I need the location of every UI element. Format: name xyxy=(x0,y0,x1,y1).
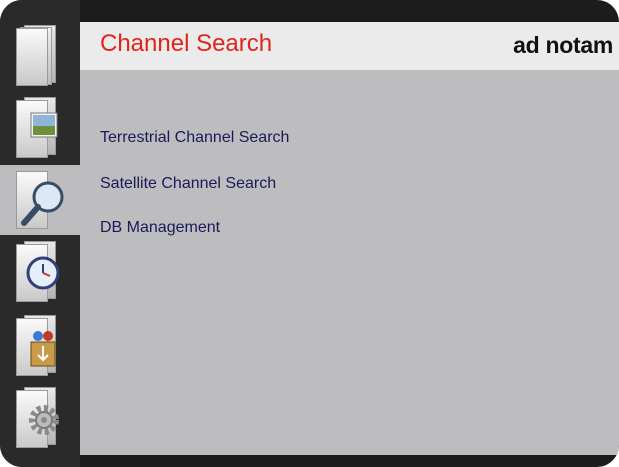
clock-icon xyxy=(26,256,60,290)
sidebar-item-documents[interactable] xyxy=(2,22,72,92)
pictures-icon xyxy=(30,112,58,138)
menu-item-db-management[interactable]: DB Management xyxy=(100,219,220,237)
content-panel: Terrestrial Channel Search Satellite Cha… xyxy=(80,70,619,455)
sidebar-item-timer[interactable] xyxy=(2,238,72,308)
sidebar xyxy=(0,0,80,467)
brand-logo: ad notam xyxy=(513,32,613,58)
documents-icon xyxy=(16,28,48,86)
install-icon xyxy=(30,331,56,367)
menu-item-terrestrial-channel-search[interactable]: Terrestrial Channel Search xyxy=(100,129,289,147)
sidebar-item-channel-search[interactable] xyxy=(0,165,80,235)
settings-gear-icon xyxy=(29,405,59,435)
sidebar-item-pictures[interactable] xyxy=(2,94,72,164)
sidebar-item-settings[interactable] xyxy=(2,384,72,454)
tv-frame: Channel Search ad notam Terrestrial Chan… xyxy=(0,0,619,467)
menu-item-satellite-channel-search[interactable]: Satellite Channel Search xyxy=(100,175,276,193)
sidebar-item-install[interactable] xyxy=(2,312,72,382)
page-title: Channel Search xyxy=(100,30,273,57)
search-icon xyxy=(21,181,64,226)
header-bar: Channel Search ad notam xyxy=(80,22,619,70)
